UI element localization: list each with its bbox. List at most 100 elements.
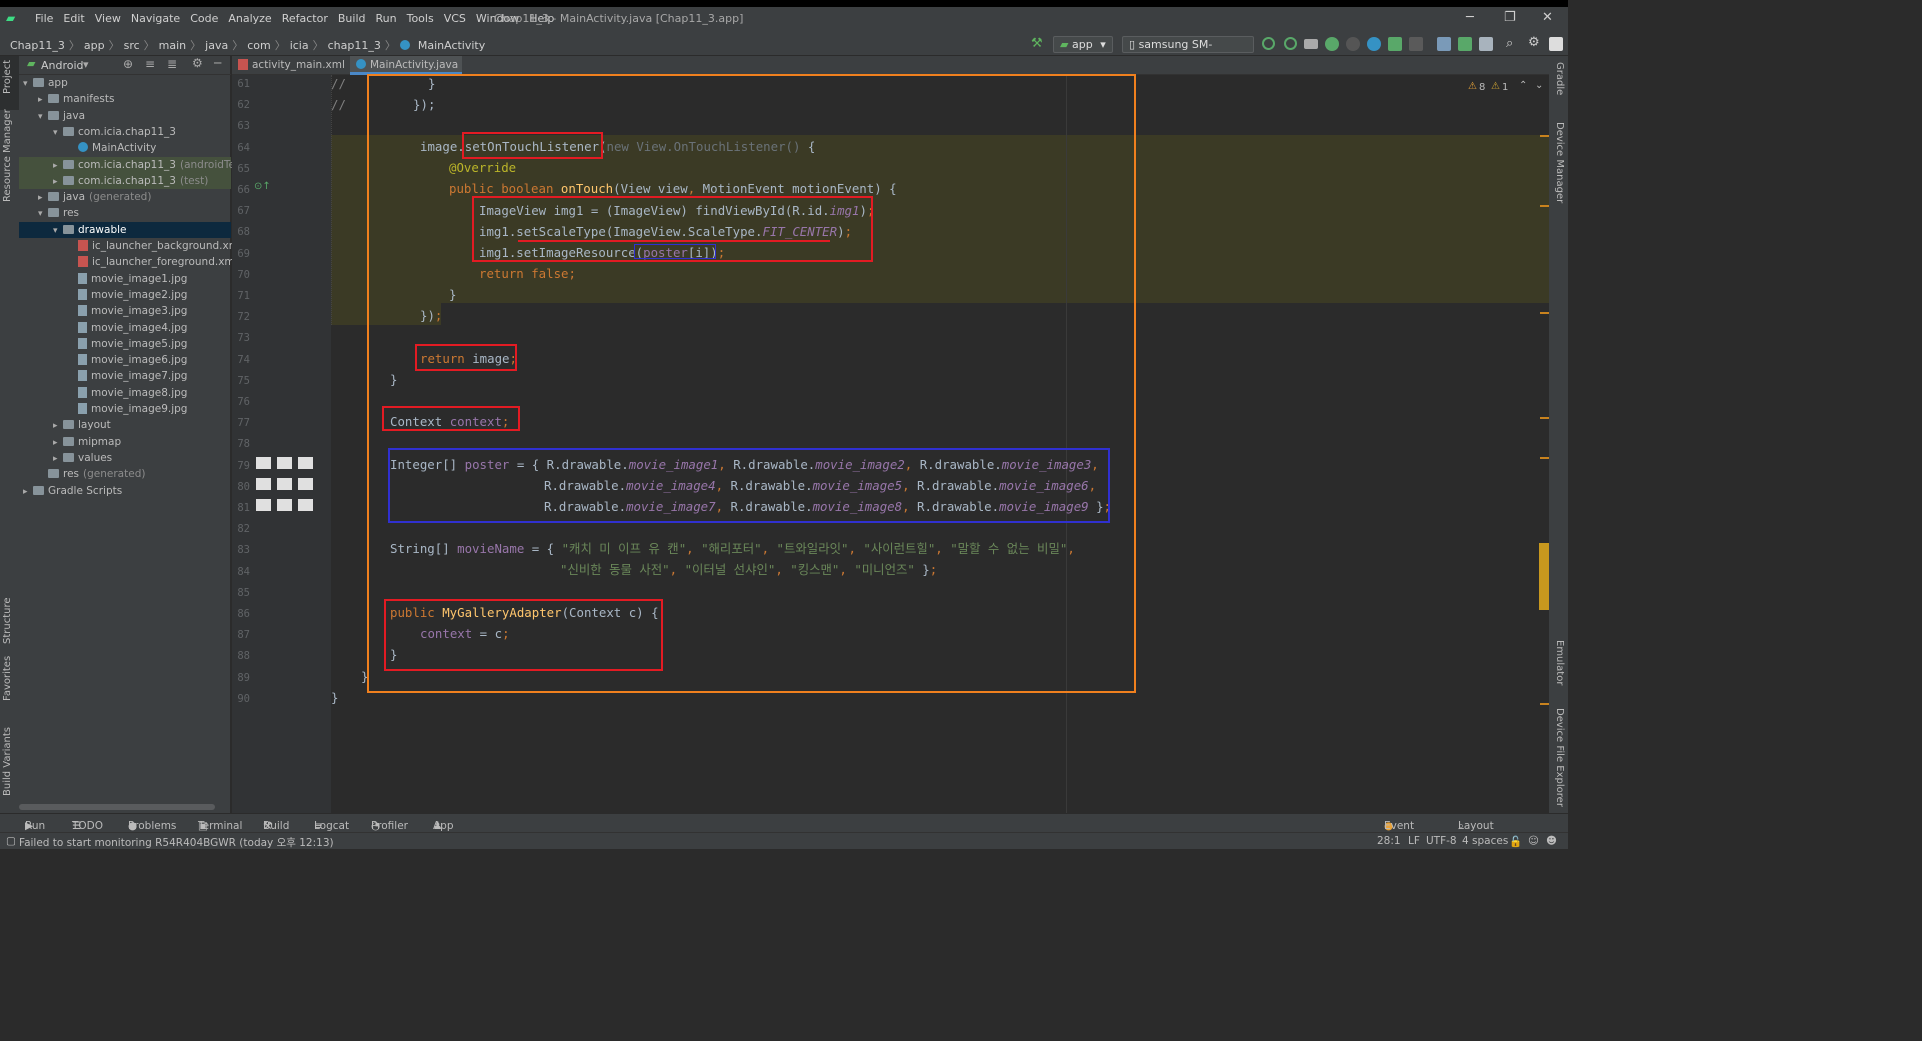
tree-item[interactable]: ▸ java (generated)	[19, 189, 231, 205]
line-number[interactable]: 85	[232, 587, 250, 599]
line-number[interactable]: 65	[232, 163, 250, 175]
minimize-button[interactable]: ─	[1466, 10, 1474, 25]
line-number[interactable]: 79	[232, 460, 250, 472]
line-separator[interactable]: LF	[1408, 835, 1420, 847]
menu-item-tools[interactable]: Tools	[402, 12, 439, 26]
menu-item-navigate[interactable]: Navigate	[126, 12, 185, 26]
device-manager-icon[interactable]	[1458, 37, 1472, 51]
line-number[interactable]: 82	[232, 523, 250, 535]
horizontal-scrollbar[interactable]	[19, 804, 215, 810]
gradle-sync-icon[interactable]	[1437, 37, 1451, 51]
chevron-down-icon[interactable]: ▾	[23, 76, 33, 92]
line-number[interactable]: 88	[232, 650, 250, 662]
chevron-down-icon[interactable]: ▾	[38, 206, 48, 222]
line-number[interactable]: 78	[232, 438, 250, 450]
apply-changes-icon[interactable]	[1262, 37, 1275, 50]
chevron-down-icon[interactable]: ▾	[53, 223, 63, 239]
tree-item[interactable]: ▸ values	[19, 450, 231, 466]
gear-icon[interactable]: ⚙	[1528, 35, 1540, 50]
collapse-all-icon[interactable]: ≣	[167, 57, 177, 71]
menu-item-view[interactable]: View	[90, 12, 126, 26]
line-number[interactable]: 66	[232, 184, 250, 196]
sync-icon[interactable]	[1304, 39, 1318, 49]
tree-item[interactable]: ▾ res	[19, 205, 231, 221]
line-number[interactable]: 67	[232, 205, 250, 217]
menu-item-build[interactable]: Build	[333, 12, 371, 26]
locate-icon[interactable]: ⊕	[123, 57, 133, 71]
breadcrumb-item[interactable]: Chap11_3	[10, 39, 65, 52]
line-number[interactable]: 89	[232, 672, 250, 684]
hide-icon[interactable]: ─	[214, 56, 221, 70]
breadcrumb-item[interactable]: com	[247, 39, 271, 52]
chevron-right-icon[interactable]: ▸	[38, 92, 48, 108]
profile-icon[interactable]	[1367, 37, 1381, 51]
menu-item-run[interactable]: Run	[371, 12, 402, 26]
chevron-down-icon[interactable]: ▾	[83, 58, 89, 71]
line-number[interactable]: 84	[232, 566, 250, 578]
menu-item-edit[interactable]: Edit	[58, 12, 89, 26]
chevron-right-icon[interactable]: ▸	[38, 190, 48, 206]
chevron-down-icon[interactable]: ▾	[53, 125, 63, 141]
tree-item[interactable]: movie_image9.jpg	[19, 401, 231, 417]
gear-icon[interactable]: ⚙	[192, 56, 203, 70]
chevron-right-icon[interactable]: ▸	[53, 451, 63, 467]
tree-item[interactable]: movie_image6.jpg	[19, 352, 231, 368]
status-message[interactable]: Failed to start monitoring R54R404BGWR (…	[19, 835, 334, 850]
override-marker-icon[interactable]: ⊙↑	[254, 181, 271, 192]
error-stripe-marker[interactable]	[1540, 205, 1549, 207]
chevron-right-icon[interactable]: ▸	[53, 158, 63, 174]
tree-item[interactable]: ▸ Gradle Scripts	[19, 483, 231, 499]
chevron-down-icon[interactable]: ▾	[38, 109, 48, 125]
line-number[interactable]: 77	[232, 417, 250, 429]
tool-project[interactable]: Project	[2, 60, 13, 94]
line-number[interactable]: 73	[232, 332, 250, 344]
tree-item[interactable]: ▸ com.icia.chap11_3 (androidTest)	[19, 156, 249, 174]
tree-item[interactable]: ic_launcher_background.xml	[19, 238, 242, 254]
line-number[interactable]: 81	[232, 502, 250, 514]
menu-item-refactor[interactable]: Refactor	[277, 12, 333, 26]
tool-build-variants[interactable]: Build Variants	[2, 727, 13, 796]
line-number[interactable]: 80	[232, 481, 250, 493]
debug-bug-icon[interactable]	[1325, 37, 1339, 51]
lock-icon[interactable]: 🔓	[1509, 835, 1522, 848]
line-number[interactable]: 86	[232, 608, 250, 620]
error-stripe-marker[interactable]	[1540, 703, 1549, 705]
tab-main-activity-java[interactable]: MainActivity.java ×	[350, 56, 462, 89]
tree-item[interactable]: ▾ drawable	[19, 221, 231, 239]
tree-item[interactable]: movie_image7.jpg	[19, 368, 231, 384]
line-number[interactable]: 68	[232, 226, 250, 238]
tab-activity-main-xml[interactable]: activity_main.xml ×	[232, 56, 348, 89]
tree-item[interactable]: movie_image5.jpg	[19, 336, 231, 352]
editor-scrollbar-thumb[interactable]	[1539, 543, 1549, 610]
file-encoding[interactable]: UTF-8	[1426, 835, 1457, 847]
breadcrumb-item[interactable]: app	[84, 39, 105, 52]
apply-code-changes-icon[interactable]	[1284, 37, 1297, 50]
line-number[interactable]: 71	[232, 290, 250, 302]
error-stripe-marker[interactable]	[1540, 312, 1549, 314]
breadcrumb-item[interactable]: icia	[290, 39, 309, 52]
error-stripe-marker[interactable]	[1540, 417, 1549, 419]
tree-item[interactable]: movie_image8.jpg	[19, 385, 231, 401]
chevron-down-icon[interactable]: ⌄	[1535, 80, 1543, 91]
line-number[interactable]: 83	[232, 544, 250, 556]
view-mode-select[interactable]: Android	[41, 59, 84, 72]
tree-item[interactable]: ▸ mipmap	[19, 434, 231, 450]
notification-icon[interactable]: ☻	[1546, 835, 1557, 847]
breadcrumb-item[interactable]: chap11_3	[328, 39, 381, 52]
tree-item[interactable]: movie_image1.jpg	[19, 271, 231, 287]
line-number[interactable]: 72	[232, 311, 250, 323]
menu-item-analyze[interactable]: Analyze	[223, 12, 276, 26]
device-select[interactable]: ▯ samsung SM-T976N ▾	[1122, 36, 1254, 67]
line-number[interactable]: 64	[232, 142, 250, 154]
menu-item-file[interactable]: File	[30, 12, 58, 26]
tree-item[interactable]: ▸ com.icia.chap11_3 (test)	[19, 172, 231, 189]
tree-item[interactable]: ▸ layout	[19, 417, 231, 433]
tool-device-manager[interactable]: Device Manager	[1554, 122, 1565, 203]
weak-warning-icon[interactable]: ⚠	[1491, 81, 1500, 92]
breadcrumb-item[interactable]: main	[159, 39, 186, 52]
warning-icon[interactable]: ⚠	[1468, 81, 1477, 92]
line-number[interactable]: 62	[232, 99, 250, 111]
tree-item[interactable]: ▸ manifests	[19, 91, 231, 107]
line-number[interactable]: 63	[232, 120, 250, 132]
tree-item[interactable]: res (generated)	[19, 466, 231, 482]
